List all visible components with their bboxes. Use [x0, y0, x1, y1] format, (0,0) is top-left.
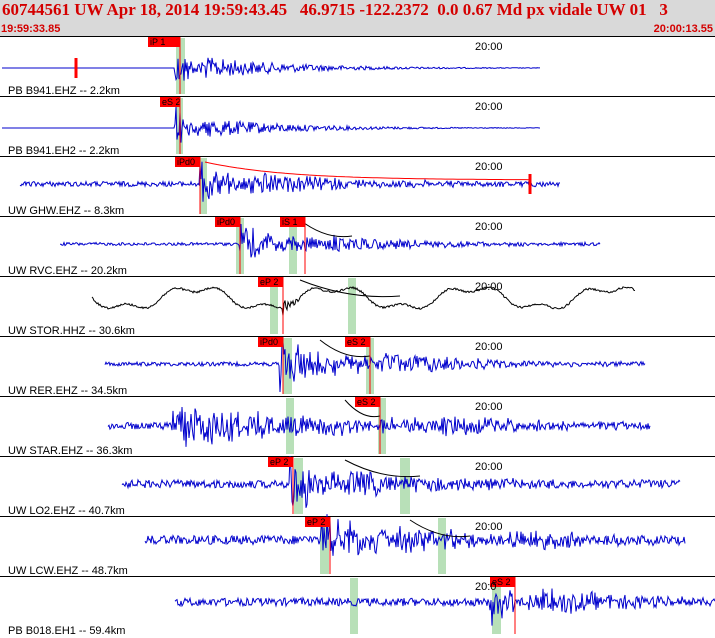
waveform: [2, 57, 540, 81]
trace-row[interactable]: eP 2 20:00 UW LO2.EHZ -- 40.7km: [0, 455, 715, 517]
pick-label: iPd0: [217, 217, 235, 227]
waveform: [2, 106, 540, 143]
waveform: [174, 588, 715, 626]
trace-row[interactable]: iPd0 eS 2 20:00 UW RER.EHZ -- 34.5km: [0, 336, 715, 398]
trace-row[interactable]: iPd0 iS 1 20:00 UW RVC.EHZ -- 20.2km: [0, 216, 715, 278]
waveform: [91, 285, 636, 316]
trace-station-label: UW GHW.EHZ -- 8.3km: [8, 205, 124, 217]
trace-station-label: UW LO2.EHZ -- 40.7km: [8, 505, 125, 517]
pick-label: eP 2: [260, 277, 278, 287]
trace-row[interactable]: eS 220:0PB B018.EH1 -- 59.4km: [0, 576, 715, 638]
time-tick-label: 20:00: [475, 101, 503, 113]
pick-label: eS 2: [347, 337, 366, 347]
trace-station-label: PB B018.EH1 -- 59.4km: [8, 625, 125, 637]
time-tick-label: 20:00: [475, 341, 503, 353]
time-tick-label: 20:00: [475, 41, 503, 53]
pick-label: eS 2: [162, 97, 181, 107]
pick-label: eS 2: [357, 397, 376, 407]
start-time: 19:59:33.85: [1, 23, 61, 35]
waveform: [104, 340, 646, 393]
end-time: 20:00:13.55: [653, 23, 713, 35]
event-title: 60744561 UW Apr 18, 2014 19:59:43.45 46.…: [2, 0, 668, 19]
trace-station-label: UW LCW.EHZ -- 48.7km: [8, 565, 128, 577]
trace-station-label: UW STOR.HHZ -- 30.6km: [8, 325, 135, 337]
trace-row[interactable]: eP 2 20:00 UW STOR.HHZ -- 30.6km: [0, 276, 715, 338]
trace-row[interactable]: iPd0 20:00 UW GHW.EHZ -- 8.3km: [0, 156, 715, 218]
event-header: 60744561 UW Apr 18, 2014 19:59:43.45 46.…: [0, 0, 715, 36]
pick-label: eP 2: [270, 457, 288, 467]
pick-label: iPd0: [260, 337, 278, 347]
pick-label: iP 1: [150, 37, 165, 47]
trace-row[interactable]: iP 1 20:00 PB B941.EHZ -- 2.2km: [0, 36, 715, 98]
trace-station-label: UW RER.EHZ -- 34.5km: [8, 385, 127, 397]
pick-label: iPd0: [177, 157, 195, 167]
pick-label: eP 2: [307, 517, 325, 527]
predicted-arrival-curve: [299, 219, 353, 238]
time-tick-label: 20:00: [475, 221, 503, 233]
trace-station-label: PB B941.EHZ -- 2.2km: [8, 85, 120, 97]
pick-label: iS 1: [282, 217, 298, 227]
seismogram-panel[interactable]: iP 1 20:00 PB B941.EHZ -- 2.2km eS 2 20:00 PB…: [0, 36, 715, 638]
time-tick-label: 20:00: [475, 401, 503, 413]
time-tick-label: 20:00: [475, 161, 503, 173]
waveform: [144, 514, 686, 556]
time-tick-label: 20:00: [475, 461, 503, 473]
trace-station-label: UW STAR.EHZ -- 36.3km: [8, 445, 132, 457]
trace-row[interactable]: eS 2 20:00 PB B941.EH2 -- 2.2km: [0, 96, 715, 158]
trace-row[interactable]: eS 2 20:00 UW STAR.EHZ -- 36.3km: [0, 396, 715, 458]
time-tick-label: 20:0: [475, 581, 496, 593]
time-tick-label: 20:00: [475, 521, 503, 533]
waveform: [60, 223, 601, 258]
time-tick-label: 20:00: [475, 281, 503, 293]
pick-window: [348, 278, 356, 334]
trace-station-label: PB B941.EH2 -- 2.2km: [8, 145, 119, 157]
trace-station-label: UW RVC.EHZ -- 20.2km: [8, 265, 127, 277]
trace-row[interactable]: eP 2 20:00 UW LCW.EHZ -- 48.7km: [0, 514, 715, 577]
